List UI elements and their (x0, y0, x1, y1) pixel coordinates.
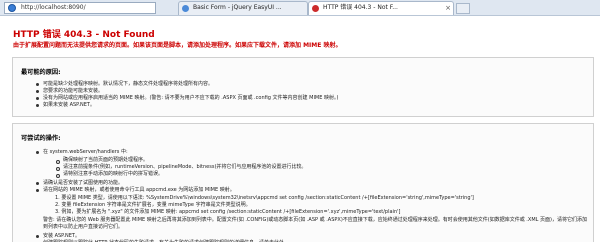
list-item: 如果未安装 ASP.NET。 (36, 102, 95, 108)
list-item: 请在网站的 MIME 映射，或者使用命令行工具 appcmd.exe 为网站添加… (36, 187, 235, 193)
list-item: 请确认是否安装了试图使用的功能。 (35, 180, 124, 186)
likely-causes-heading: 最可能的原因: (21, 69, 61, 76)
tab-label: Basic Form - jQuery EasyUI ... (193, 4, 282, 11)
close-icon[interactable]: × (445, 2, 451, 14)
list-item: 确保映射了当前页面的预期处理程序。 (55, 157, 149, 164)
tab-basic-form[interactable]: Basic Form - jQuery EasyUI ... (178, 1, 308, 15)
list-item: 3. 例如，要为扩展名为 ".xyz" 的文件添加 MIME 映射: appcm… (55, 209, 401, 215)
error-page: HTTP 错误 404.3 - Not Found 由于扩展配置问题而无法提供您… (0, 17, 600, 242)
new-tab-button[interactable] (456, 3, 470, 14)
list-item: 没有为网站或应用程序启用适当的 MIME 映射。(警告: 请不要为用户不应下载的… (35, 95, 339, 101)
error-title: HTTP 错误 404.3 - Not Found (13, 30, 155, 40)
error-page-icon (312, 5, 319, 12)
ie-icon (8, 4, 16, 12)
list-item: 2. 变量 fileExtension 字符串是文件扩展名，变量 mimeTyp… (55, 202, 251, 208)
list-item: 可能是缺少处理程序映射。默认情况下，静态文件处理程序将处理所有内容。 (35, 81, 214, 87)
error-subtitle: 由于扩展配置问题而无法提供您请求的页面。如果该页面是脚本，请添加处理程序。如果应… (13, 42, 342, 49)
list-item: 安装 ASP.NET。 (36, 233, 80, 239)
list-item: 在 system.webServer/handlers 中: (36, 149, 128, 155)
actions-heading: 可尝试的操作: (21, 135, 61, 142)
browser-toolbar: http://localhost:8090/ Basic Form - jQue… (0, 0, 600, 16)
list-item: 您要求的功能可能未安装。 (35, 88, 104, 94)
tab-label: HTTP 错误 404.3 - Not F... (323, 4, 398, 11)
actions-panel: 可尝试的操作: 在 system.webServer/handlers 中: 确… (12, 123, 594, 242)
warning-text: 警告: 请在确认您的 Web 服务器配置此 MIME 映射之后再将其添加到列表中… (43, 217, 587, 230)
list-item: 请注意前提条件(例如，runtimeVersion、pipelineMode、b… (55, 164, 307, 171)
list-item: 1. 要设置 MIME 类型，请使用以下语法: %SystemDrive%\wi… (55, 195, 474, 201)
list-item: 请特别注意手动添加的映射行中的拼写错误。 (55, 171, 164, 178)
address-bar[interactable]: http://localhost:8090/ (4, 2, 156, 14)
address-url: http://localhost:8090/ (21, 4, 86, 11)
likely-causes-panel: 最可能的原因: 可能是缺少处理程序映射。默认情况下，静态文件处理程序将处理所有内… (12, 57, 594, 117)
page-icon (182, 5, 189, 12)
tab-http-error[interactable]: HTTP 错误 404.3 - Not F... × (308, 1, 454, 15)
